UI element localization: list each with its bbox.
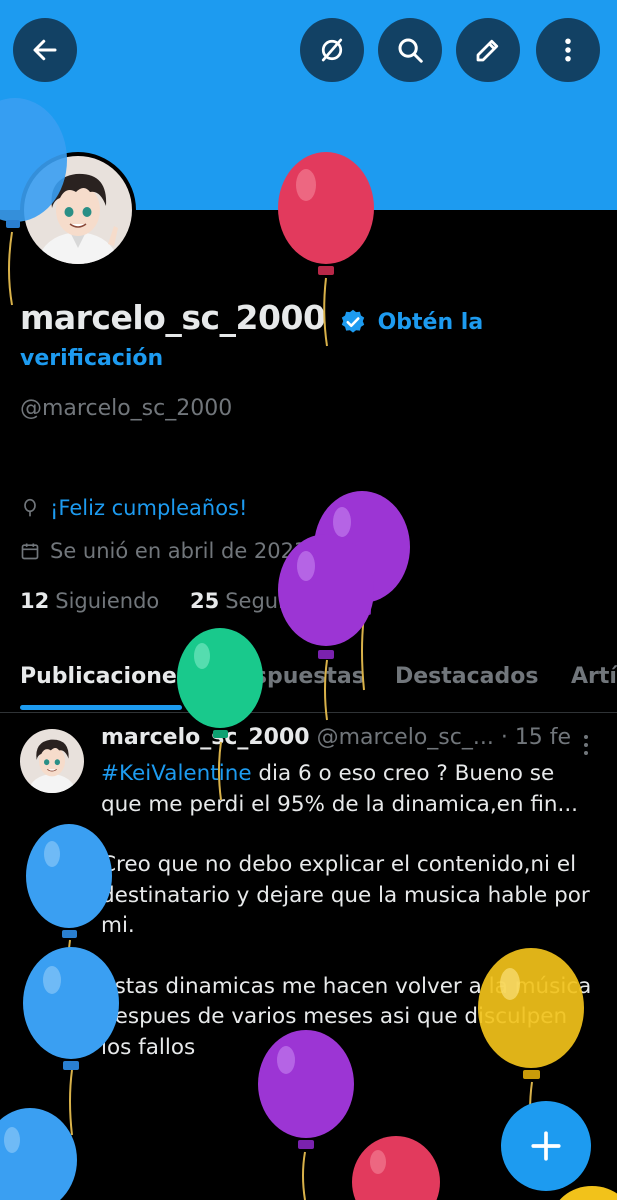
followers-stat[interactable]: 25 Seguidores [190, 589, 342, 613]
more-button[interactable] [536, 18, 600, 82]
post-more-icon[interactable] [578, 733, 594, 757]
post-paragraph-3: Estas dinamicas me hacen volver a la mús… [101, 973, 592, 1060]
post-hashtag[interactable]: #KeiValentine [101, 761, 252, 786]
post-date: · 15 feb [500, 725, 571, 750]
birthday-text: ¡Feliz cumpleaños! [50, 496, 248, 520]
edit-button[interactable] [456, 18, 520, 82]
hide-button[interactable] [300, 18, 364, 82]
tab-publicaciones[interactable]: Publicaciones [20, 664, 190, 689]
followers-label: Seguidores [225, 589, 343, 613]
tab-articulos[interactable]: Artí [571, 664, 617, 689]
compose-button[interactable] [501, 1101, 591, 1191]
followers-count: 25 [189, 589, 220, 613]
joined-row: Se unió en abril de 2023 [20, 539, 307, 563]
back-button[interactable] [13, 18, 77, 82]
following-count: 12 [20, 589, 50, 613]
post-paragraph-2: Creo que no debo explicar el contenido,n… [101, 852, 590, 938]
tab-destacados[interactable]: Destacados [395, 664, 538, 689]
display-name-row: marcelo_sc_2000 Obtén la [20, 298, 580, 342]
tab-respuestas[interactable]: Respuestas [222, 664, 365, 689]
plus-icon [531, 1131, 561, 1161]
following-stat[interactable]: 12 Siguiendo [20, 589, 159, 613]
get-verified-link-cont[interactable]: verificación [20, 346, 163, 371]
edit-icon [476, 39, 499, 62]
avatar-illustration-small [20, 729, 84, 793]
joined-text: Se unió en abril de 2023 [50, 539, 308, 563]
profile-handle: @marcelo_sc_2000 [20, 396, 233, 421]
eye-off-icon [321, 38, 343, 62]
follow-stats: 12 Siguiendo 25 Seguidores [20, 589, 342, 613]
post-author-handle[interactable]: @marcelo_sc_... [317, 725, 494, 750]
profile-tabs: Publicaciones Respuestas Destacados Artí [0, 650, 617, 713]
display-name: marcelo_sc_2000 [20, 298, 326, 337]
more-vertical-icon [565, 38, 571, 62]
calendar-icon [21, 543, 39, 560]
search-button[interactable] [378, 18, 442, 82]
post-avatar[interactable] [20, 729, 84, 793]
active-tab-indicator [20, 705, 182, 710]
post-text: #KeiValentine dia 6 o eso creo ? Bueno s… [101, 759, 601, 1063]
avatar-illustration [24, 156, 132, 264]
arrow-left-icon [33, 39, 57, 61]
post-author-name[interactable]: marcelo_sc_2000 [101, 725, 310, 750]
verified-badge-icon[interactable] [339, 308, 367, 336]
balloon-icon [24, 498, 36, 517]
post-header: marcelo_sc_2000 @marcelo_sc_... · 15 feb [101, 725, 571, 750]
search-icon [398, 38, 423, 63]
get-verified-link[interactable]: Obtén la [378, 310, 484, 335]
birthday-row[interactable]: ¡Feliz cumpleaños! [20, 496, 247, 520]
profile-avatar[interactable] [20, 152, 136, 268]
following-label: Siguiendo [55, 589, 160, 613]
